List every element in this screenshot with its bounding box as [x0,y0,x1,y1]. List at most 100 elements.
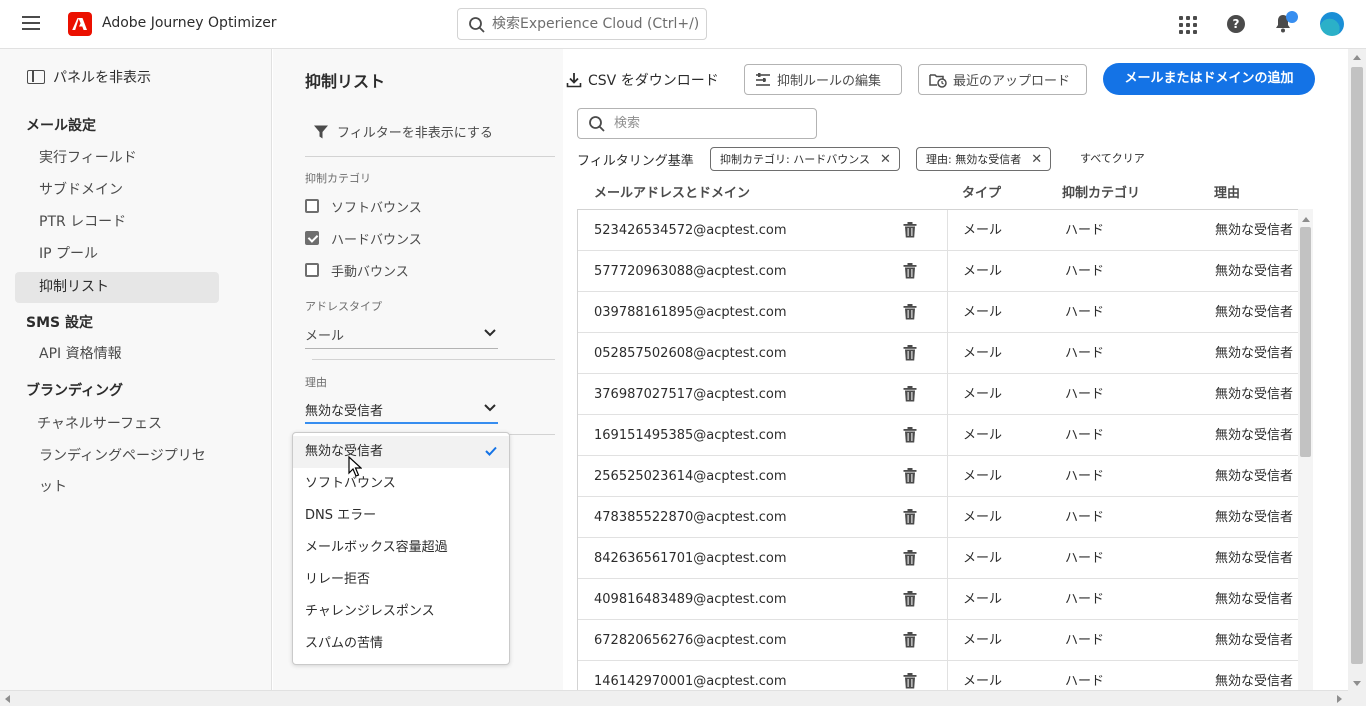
column-header-email[interactable]: メールアドレスとドメイン [594,182,750,201]
download-icon [566,72,582,87]
edit-suppression-rules-button[interactable]: 抑制ルールの編集 [744,64,902,95]
delete-trash-icon[interactable] [903,415,919,456]
table-row[interactable]: 672820656276@acptest.com メール ハード 無効な受信者 [578,620,1298,661]
nav-item-channel-surfaces[interactable]: チャネルサーフェス [15,409,219,440]
dropdown-option-relay-denied[interactable]: リレー拒否 [293,564,509,596]
delete-trash-icon[interactable] [903,538,919,579]
dropdown-option-dns-error[interactable]: DNS エラー [293,500,509,532]
column-header-reason[interactable]: 理由 [1214,182,1240,201]
column-header-category[interactable]: 抑制カテゴリ [1062,182,1140,201]
checkbox-soft-bounce[interactable]: ソフトバウンス [305,196,422,216]
category-filter-label: 抑制カテゴリ [305,172,371,185]
table-row[interactable]: 052857502608@acptest.com メール ハード 無効な受信者 [578,333,1298,374]
cell-email: 376987027517@acptest.com [594,387,787,402]
scroll-right-icon[interactable] [1337,695,1342,703]
nav-item-ip-pools[interactable]: IP プール [15,239,219,270]
cell-reason: 無効な受信者 [1215,510,1294,525]
address-type-select[interactable]: メール [305,321,498,349]
delete-trash-icon[interactable] [903,292,919,333]
delete-trash-icon[interactable] [903,333,919,374]
hide-filters-button[interactable]: フィルターを非表示にする [313,122,493,141]
delete-trash-icon[interactable] [903,210,919,251]
delete-trash-icon[interactable] [903,456,919,497]
download-csv-button[interactable]: CSV をダウンロード [566,64,719,95]
remove-tag-icon[interactable]: ✕ [1031,152,1042,167]
cell-type: メール [963,510,1003,525]
scroll-down-icon[interactable] [1353,681,1361,686]
checkbox-box[interactable] [305,263,319,277]
cell-reason: 無効な受信者 [1215,264,1294,279]
cell-category: ハード [1065,510,1105,525]
delete-trash-icon[interactable] [903,497,919,538]
nav-item-execution-fields[interactable]: 実行フィールド [15,143,219,174]
cell-category: ハード [1065,469,1105,484]
scroll-up-icon[interactable] [1302,217,1310,222]
scroll-left-icon[interactable] [5,695,10,703]
nav-item-suppression-list[interactable]: 抑制リスト [15,272,219,303]
table-row[interactable]: 376987027517@acptest.com メール ハード 無効な受信者 [578,374,1298,415]
dropdown-option-mailbox-full[interactable]: メールボックス容量超過 [293,532,509,564]
cell-type: メール [963,469,1003,484]
table-row[interactable]: 146142970001@acptest.com メール ハード 無効な受信者 [578,661,1298,690]
table-search-input[interactable] [614,114,804,133]
cell-reason: 無効な受信者 [1215,469,1294,484]
checkbox-box-checked[interactable] [305,231,319,245]
table-row[interactable]: 256525023614@acptest.com メール ハード 無効な受信者 [578,456,1298,497]
recent-uploads-button[interactable]: 最近のアップロード [918,64,1087,95]
nav-item-ptr-records[interactable]: PTR レコード [15,207,219,238]
hide-panel-button[interactable]: パネルを非表示 [27,67,151,87]
cell-reason: 無効な受信者 [1215,428,1294,443]
table-row[interactable]: 842636561701@acptest.com メール ハード 無効な受信者 [578,538,1298,579]
option-label: 無効な受信者 [305,444,384,459]
delete-trash-icon[interactable] [903,579,919,620]
table-scrollbar[interactable] [1298,209,1313,690]
dropdown-option-spam-complaint[interactable]: スパムの苦情 [293,628,509,660]
cell-email: 478385522870@acptest.com [594,510,787,525]
adobe-logo-icon[interactable] [68,12,92,36]
nav-item-api-credentials[interactable]: API 資格情報 [15,339,219,370]
scrollbar-thumb[interactable] [1300,227,1311,457]
add-email-or-domain-button[interactable]: メールまたはドメインの追加 [1103,63,1315,95]
dropdown-option-soft-bounce[interactable]: ソフトバウンス [293,468,509,500]
cell-reason: 無効な受信者 [1215,346,1294,361]
cell-category: ハード [1065,264,1105,279]
table-row[interactable]: 523426534572@acptest.com メール ハード 無効な受信者 [578,210,1298,251]
rules-icon [756,72,770,86]
search-icon [589,116,605,132]
table-row[interactable]: 039788161895@acptest.com メール ハード 無効な受信者 [578,292,1298,333]
filter-tag-reason: 理由: 無効な受信者 ✕ [916,147,1052,171]
checkbox-hard-bounce[interactable]: ハードバウンス [305,228,422,248]
clear-all-button[interactable]: すべてクリア [1080,150,1145,166]
cell-email: 842636561701@acptest.com [594,551,787,566]
delete-trash-icon[interactable] [903,661,919,690]
table-row[interactable]: 478385522870@acptest.com メール ハード 無効な受信者 [578,497,1298,538]
dropdown-option-challenge-response[interactable]: チャレンジレスポンス [293,596,509,628]
column-header-type[interactable]: タイプ [962,182,1001,201]
global-search-input[interactable] [492,14,702,34]
dropdown-option-invalid-recipient[interactable]: 無効な受信者 [293,436,509,468]
user-avatar[interactable] [1320,12,1344,36]
table-row[interactable]: 169151495385@acptest.com メール ハード 無効な受信者 [578,415,1298,456]
panel-icon [27,70,45,84]
page-horizontal-scrollbar[interactable] [0,690,1348,706]
help-icon[interactable]: ? [1227,15,1245,33]
scroll-up-icon[interactable] [1353,55,1361,60]
reason-select[interactable]: 無効な受信者 [305,396,498,424]
nav-item-subdomains[interactable]: サブドメイン [15,175,219,206]
remove-tag-icon[interactable]: ✕ [880,152,891,167]
page-vertical-scrollbar[interactable] [1348,49,1366,690]
table-row[interactable]: 409816483489@acptest.com メール ハード 無効な受信者 [578,579,1298,620]
apps-grid-icon[interactable] [1179,16,1197,34]
hamburger-menu-icon[interactable] [22,16,40,32]
table-row[interactable]: 577720963088@acptest.com メール ハード 無効な受信者 [578,251,1298,292]
table-search[interactable] [577,108,817,139]
delete-trash-icon[interactable] [903,374,919,415]
global-search[interactable] [457,8,707,40]
nav-item-landing-page-presets[interactable]: ランディングページプリセット [15,441,219,495]
checkbox-manual-bounce[interactable]: 手動バウンス [305,260,409,280]
delete-trash-icon[interactable] [903,620,919,661]
delete-trash-icon[interactable] [903,251,919,292]
scrollbar-thumb[interactable] [1351,67,1363,664]
app-title[interactable]: Adobe Journey Optimizer [102,15,277,31]
checkbox-box[interactable] [305,199,319,213]
